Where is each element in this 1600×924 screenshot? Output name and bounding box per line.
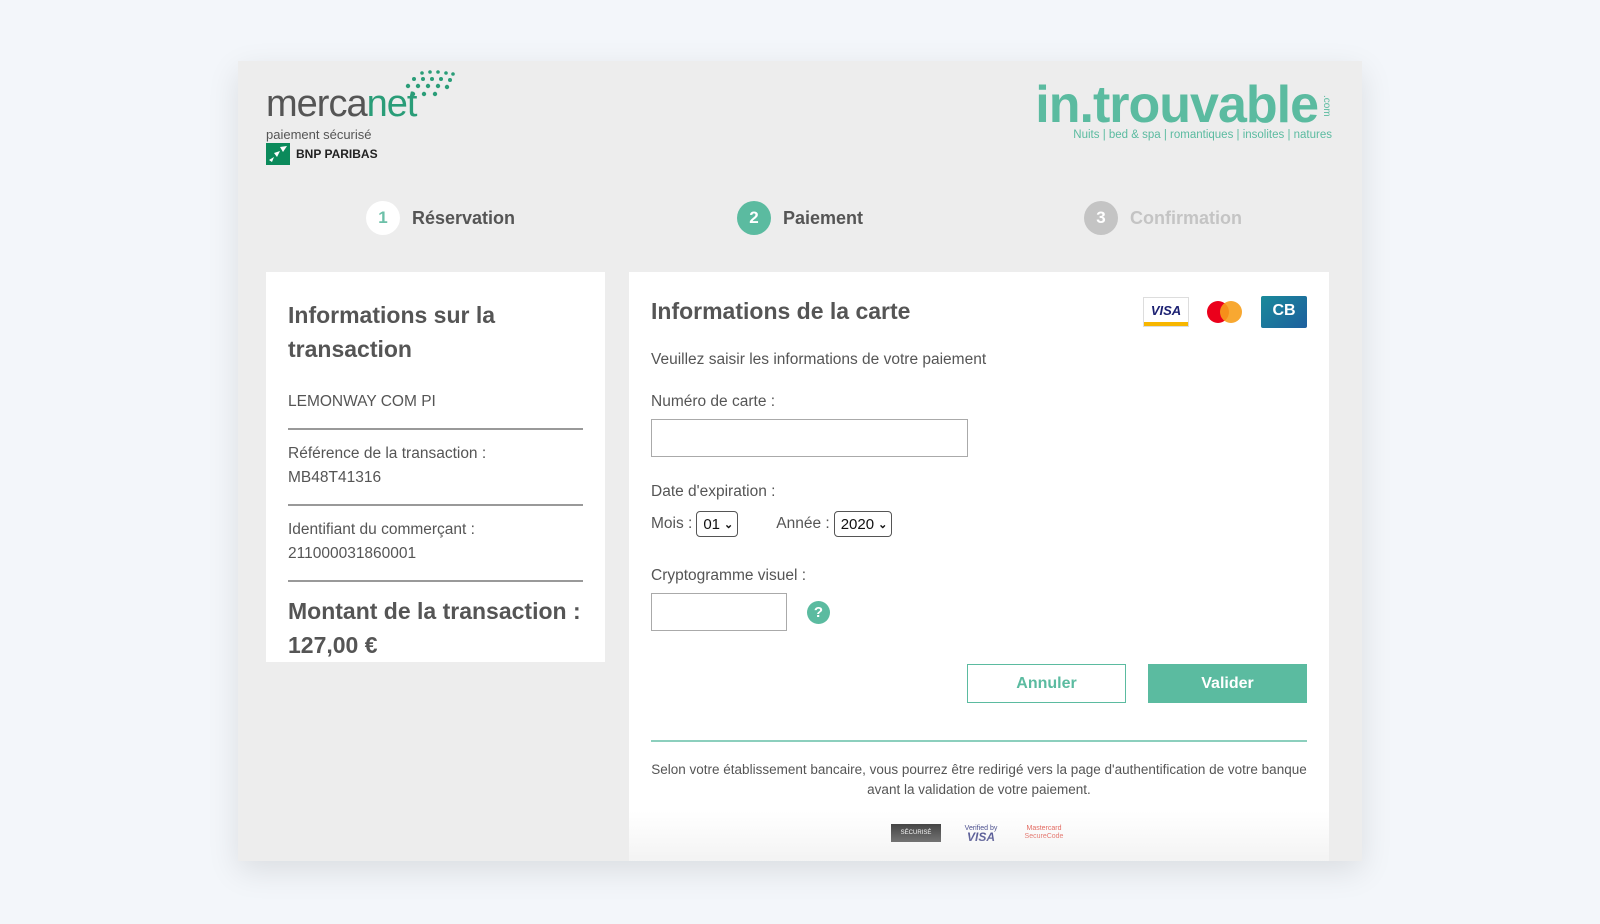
mercanet-tagline: paiement sécurisé [266,127,372,142]
chevron-down-icon: ⌄ [724,518,734,531]
form-actions: Annuler Valider [967,664,1307,703]
transaction-reference: Référence de la transaction : MB48T41316 [288,430,583,506]
step-number: 2 [737,201,771,235]
visa-icon: VISA [1143,297,1189,327]
cvv-row: ? [651,593,1307,631]
month-value: 01 [703,515,721,533]
help-icon[interactable]: ? [807,600,830,624]
reference-label: Référence de la transaction : [288,445,487,462]
month-select[interactable]: 01 ⌄ [696,511,739,537]
merchant-identifier: Identifiant du commerçant : 211000031860… [288,506,583,582]
divider [651,740,1307,742]
merchant-wordmark: in.trouvable [1035,76,1319,134]
transaction-title: Informations sur la transaction [288,302,496,362]
security-logos: SÉCURISÉ Verified by VISA Mastercard Secu… [629,824,1329,844]
mercanet-wordmark: mercanet [266,83,417,125]
expiry-label: Date d'expiration : [651,483,776,500]
reference-value: MB48T41316 [288,469,382,486]
bnp-stars-icon [266,143,290,165]
merchant-id-value: 211000031860001 [288,545,417,562]
mercanet-logo: mercanet paiement sécurisé BNP PARIBAS [266,69,456,165]
step-paiement: 2 Paiement [737,201,863,235]
accepted-cards: VISA CB [1143,296,1307,328]
cancel-button[interactable]: Annuler [967,664,1126,703]
merchant-name: LEMONWAY COM PI [288,380,583,430]
merchant-logo: in.trouvable .com Nuits | bed & spa | ro… [1035,77,1332,147]
step-label: Confirmation [1130,207,1242,228]
cvv-label: Cryptogramme visuel : [651,567,807,584]
cvv-input[interactable] [651,593,787,631]
step-label: Réservation [412,207,516,228]
chevron-down-icon: ⌄ [878,518,888,531]
card-form-panel: Informations de la carte VISA CB Veuille… [629,272,1329,861]
card-number-label: Numéro de carte : [651,393,776,410]
bnp-paribas-text: BNP PARIBAS [296,147,378,161]
year-value: 2020 [840,515,875,533]
year-label: Année : [776,515,830,532]
month-label: Mois : [651,515,693,532]
cb-icon: CB [1261,296,1307,328]
card-number-input[interactable] [651,419,968,457]
verified-by-visa-logo: Verified by VISA [964,825,998,844]
step-confirmation: 3 Confirmation [1084,201,1242,235]
transaction-amount: Montant de la transaction : 127,00 € [288,594,583,662]
year-select[interactable]: 2020 ⌄ [833,511,893,537]
submit-button[interactable]: Valider [1148,664,1307,703]
step-number: 3 [1084,201,1118,235]
amount-value: 127,00 € [288,632,378,658]
card-form-subtitle: Veuillez saisir les informations de votr… [651,351,987,368]
secure-payment-logo: SÉCURISÉ [891,824,941,842]
progress-steps: 1 Réservation 2 Paiement 3 Confirmation [238,201,1362,241]
amount-label: Montant de la transaction : [288,598,581,624]
expiry-row: Mois : 01 ⌄ Année : 2020 ⌄ [651,511,1307,537]
mastercard-icon [1205,297,1245,327]
payment-frame: mercanet paiement sécurisé BNP PARIBAS i… [238,61,1362,861]
merchant-domain-suffix: .com [1321,95,1332,117]
mastercard-securecode-logo: Mastercard SecureCode [1024,825,1064,840]
transaction-panel: Informations sur la transaction LEMONWAY… [266,272,605,662]
step-number: 1 [366,201,400,235]
merchant-tagline: Nuits | bed & spa | romantiques | insoli… [1073,129,1332,141]
bank-redirect-notice: Selon votre établissement bancaire, vous… [651,762,1307,797]
step-label: Paiement [783,207,864,228]
merchant-id-label: Identifiant du commerçant : [288,521,475,538]
step-reservation: 1 Réservation [366,201,515,235]
bnp-paribas-logo: BNP PARIBAS [266,143,378,165]
